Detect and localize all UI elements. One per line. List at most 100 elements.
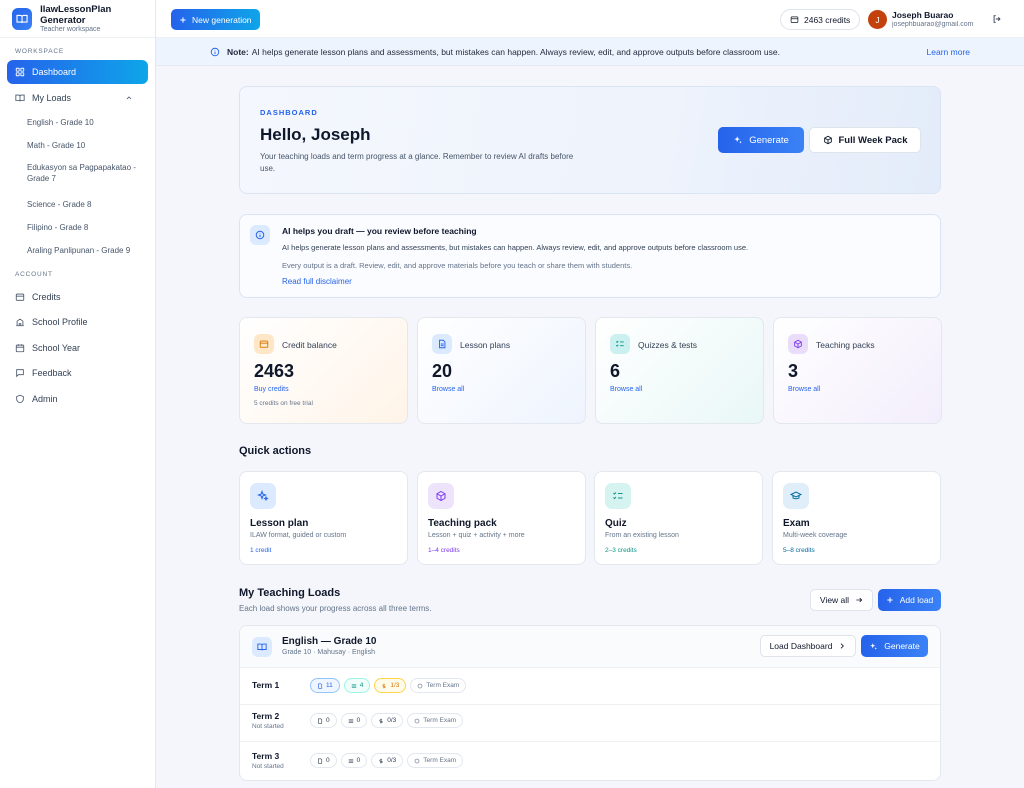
banner-label: Note: [227, 46, 249, 57]
sidebar-item-feedback[interactable]: Feedback [7, 361, 148, 387]
disclaimer-card: AI helps you draft — you review before t… [239, 214, 941, 298]
term-exam-label: Term Exam [423, 717, 457, 724]
user-name: Joseph Buarao [892, 10, 954, 20]
quick-actions-title: Quick actions [239, 445, 312, 457]
sidebar-load-item[interactable]: Science - Grade 8 [0, 198, 155, 221]
add-load-button[interactable]: Add load [878, 589, 941, 611]
calendar-icon [15, 343, 25, 353]
load-generate-button[interactable]: Generate [861, 635, 928, 657]
sidebar-item-label: Credits [32, 291, 61, 302]
lessons-chip[interactable]: 11 [310, 678, 340, 693]
sidebar-item-admin[interactable]: Admin [7, 386, 148, 412]
term-exam-chip[interactable]: Term Exam [407, 713, 464, 728]
lessons-count: 0 [326, 717, 330, 724]
quick-action-quiz[interactable]: Quiz From an existing lesson 2–3 credits [594, 471, 763, 565]
sidebar-load-item[interactable]: Filipino - Grade 8 [0, 221, 155, 244]
progress-count: 1/3 [390, 682, 400, 689]
app-name: IlawLessonPlan Generator [40, 3, 112, 26]
generate-button[interactable]: Generate [718, 127, 804, 153]
sidebar-load-item[interactable]: Math - Grade 10 [0, 139, 155, 162]
avatar[interactable]: J [868, 10, 887, 29]
hero-label: DASHBOARD [260, 108, 318, 117]
generate-label: Generate [749, 134, 789, 146]
term-exam-chip[interactable]: Term Exam [410, 678, 467, 693]
sidebar-load-item[interactable]: Araling Panlipunan - Grade 9 [0, 244, 155, 267]
stat-card-teaching-packs: Teaching packs 3 Browse all [773, 317, 942, 424]
file-text-icon [317, 717, 323, 724]
disclaimer-banner: Note: AI helps generate lesson plans and… [156, 38, 1024, 66]
stat-value: 3 [788, 361, 799, 381]
lessons-chip[interactable]: 0 [310, 713, 337, 728]
lessons-count: 11 [326, 682, 333, 689]
brand[interactable]: IlawLessonPlan Generator Teacher workspa… [0, 0, 155, 38]
quizzes-chip[interactable]: 0 [340, 713, 368, 728]
stat-label: Lesson plans [460, 340, 511, 350]
progress-count: 0/3 [387, 757, 397, 764]
progress-chip[interactable]: 0/3 [371, 713, 404, 728]
browse-all-link[interactable]: Browse all [432, 386, 464, 393]
logout-icon[interactable] [992, 14, 1002, 24]
sidebar-load-item[interactable]: Edukasyon sa Pagpapakatao - Grade 7 [0, 162, 155, 198]
list-checks-icon [348, 718, 354, 724]
teaching-loads-subtitle: Each load shows your progress across all… [239, 604, 432, 613]
sidebar: IlawLessonPlan Generator Teacher workspa… [0, 0, 156, 788]
sidebar-item-credits[interactable]: Credits [7, 284, 148, 310]
term-status: Not started [252, 723, 284, 730]
term-exam-label: Term Exam [423, 757, 457, 764]
stat-note: 5 credits on free trial [254, 400, 313, 407]
user-email: josephbuarao@gmail.com [892, 21, 974, 28]
stat-label: Quizzes & tests [638, 340, 698, 350]
topbar: New generation 2463 credits J Joseph Bua… [156, 0, 1024, 38]
progress-chip[interactable]: 1/3 [374, 678, 407, 693]
term-row[interactable]: Term 1 11 4 1/3 Term Exam [240, 668, 940, 705]
disclaimer-title: AI helps you draft — you review before t… [282, 226, 477, 236]
stat-card-lesson-plans: Lesson plans 20 Browse all [417, 317, 586, 424]
quick-action-exam[interactable]: Exam Multi-week coverage 5–8 credits [772, 471, 941, 565]
quizzes-chip[interactable]: 4 [343, 678, 371, 693]
plus-icon [179, 16, 187, 24]
quizzes-count: 4 [359, 682, 364, 689]
buy-credits-link[interactable]: Buy credits [254, 386, 289, 393]
stat-card-credit-balance: Credit balance 2463 Buy credits 5 credit… [239, 317, 408, 424]
quick-action-teaching-pack[interactable]: Teaching pack Lesson + quiz + activity +… [417, 471, 586, 565]
progress-chip[interactable]: 0/3 [371, 753, 404, 768]
read-disclaimer-link[interactable]: Read full disclaimer [282, 277, 352, 286]
dollar-icon [381, 683, 387, 689]
sidebar-item-my-loads[interactable]: My Loads [7, 86, 148, 110]
learn-more-link[interactable]: Learn more [927, 47, 970, 57]
load-card-header: English — Grade 10 Grade 10 · Mahusay · … [240, 626, 940, 668]
sidebar-item-dashboard[interactable]: Dashboard [7, 60, 148, 84]
quick-action-desc: From an existing lesson [605, 532, 679, 539]
sidebar-item-school-profile[interactable]: School Profile [7, 310, 148, 336]
browse-all-link[interactable]: Browse all [610, 386, 642, 393]
load-dashboard-button[interactable]: Load Dashboard [760, 635, 856, 657]
lessons-chip[interactable]: 0 [310, 753, 337, 768]
load-generate-label: Generate [884, 641, 920, 651]
book-open-icon [252, 637, 272, 657]
disclaimer-line-2: Every output is a draft. Review, edit, a… [282, 261, 633, 270]
new-generation-label: New generation [192, 14, 252, 25]
hero-description: Your teaching loads and term progress at… [260, 152, 574, 173]
progress-count: 0/3 [387, 717, 397, 724]
chevron-up-icon[interactable] [125, 94, 133, 102]
quizzes-chip[interactable]: 0 [340, 753, 368, 768]
new-generation-button[interactable]: New generation [171, 9, 260, 30]
quick-action-lesson-plan[interactable]: Lesson plan ILAW format, guided or custo… [239, 471, 408, 565]
term-exam-chip[interactable]: Term Exam [407, 753, 464, 768]
load-subtitle: Grade 10 · Mahusay · English [282, 649, 375, 656]
banner-text: AI helps generate lesson plans and asses… [251, 46, 780, 57]
credits-pill[interactable]: 2463 credits [780, 9, 861, 30]
quick-action-title: Quiz [605, 518, 627, 529]
term-row[interactable]: Term 3 Not started 0 0 0/3 Term Exam [240, 742, 940, 779]
plus-icon [886, 596, 894, 604]
full-week-pack-button[interactable]: Full Week Pack [809, 127, 921, 153]
view-all-button[interactable]: View all [810, 589, 873, 611]
credits-label: 2463 credits [804, 14, 851, 25]
wallet-icon [254, 334, 274, 354]
sidebar-item-school-year[interactable]: School Year [7, 335, 148, 361]
sidebar-load-item[interactable]: English - Grade 10 [0, 116, 155, 139]
term-row[interactable]: Term 2 Not started 0 0 0/3 Term Exam [240, 705, 940, 742]
browse-all-link[interactable]: Browse all [788, 386, 820, 393]
sidebar-item-label: Dashboard [32, 67, 77, 77]
account-label: ACCOUNT [15, 271, 53, 278]
